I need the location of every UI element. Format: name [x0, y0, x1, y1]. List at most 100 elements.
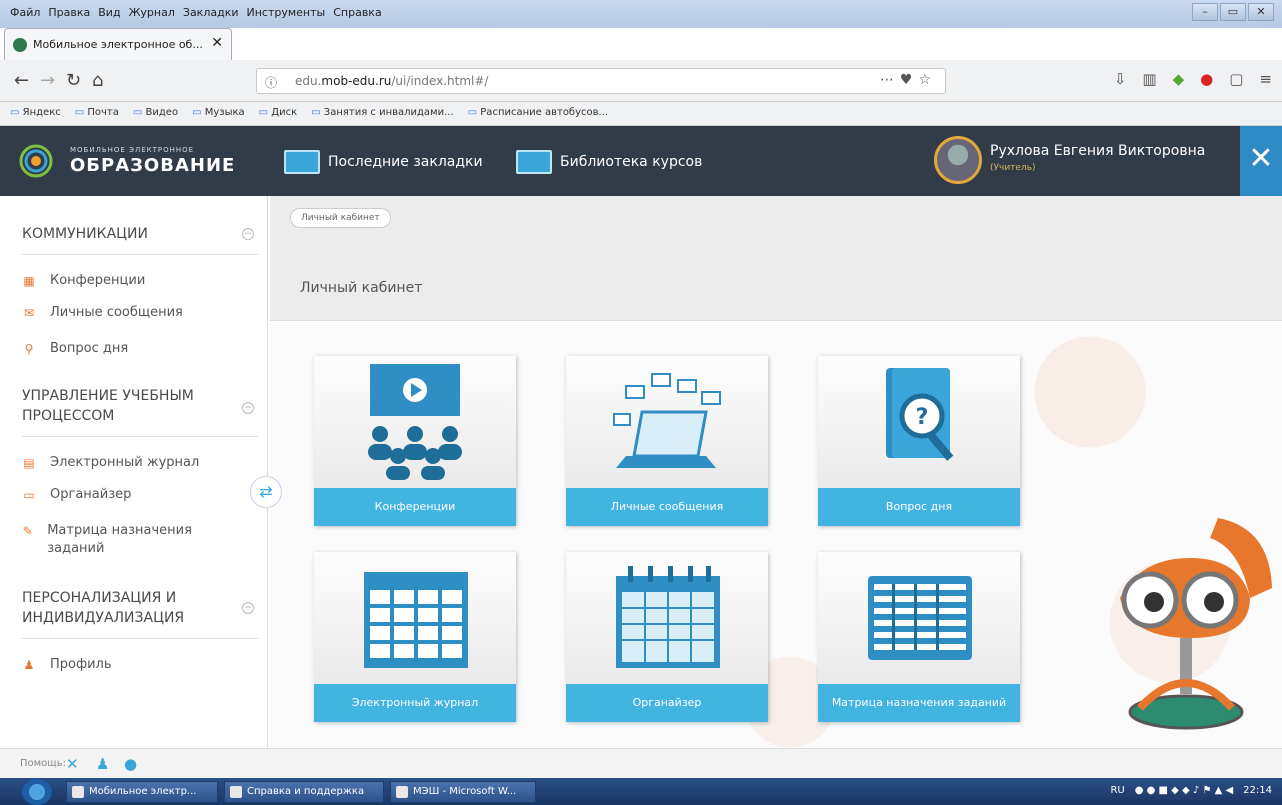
svg-text:?: ?	[916, 405, 929, 430]
menu-view[interactable]: Вид	[98, 6, 120, 19]
sidebar-item-label: Матрица назначения заданий	[47, 523, 192, 556]
tray-icons[interactable]: ● ● ■ ◆ ◆ ♪ ⚑ ▲ ◀	[1135, 785, 1233, 796]
nav-course-library[interactable]: Библиотека курсов	[516, 150, 702, 174]
collapse-icon[interactable]: −	[242, 402, 254, 414]
site-favicon-icon	[13, 38, 27, 52]
site-info-icon[interactable]: ⓘ	[265, 74, 277, 91]
sidebar-item-messages[interactable]: ✉ Личные сообщения	[22, 304, 183, 322]
bookmark-item[interactable]: Видео	[133, 107, 179, 120]
tile-organizer[interactable]: Органайзер	[566, 552, 768, 722]
laptop-mail-icon	[613, 373, 721, 468]
start-button-icon[interactable]	[22, 779, 52, 805]
hamburger-menu-icon[interactable]: ≡	[1259, 70, 1272, 88]
browser-right-tools: ⇩ ▥ ◆ ● ▢ ≡	[1114, 70, 1272, 88]
taskbar-item-help[interactable]: Справка и поддержка	[224, 781, 384, 803]
forward-icon[interactable]: →	[40, 70, 55, 91]
sidebar-item-label: Конференции	[50, 273, 146, 288]
sidebar-toggle-icon[interactable]: ▢	[1229, 70, 1243, 88]
language-indicator[interactable]: RU	[1110, 785, 1124, 796]
divider	[22, 638, 258, 639]
tile-label: Личные сообщения	[566, 488, 768, 526]
tile-label: Конференции	[314, 488, 516, 526]
tile-question-of-day[interactable]: ? Вопрос дня	[818, 356, 1020, 526]
taskbar-item-firefox[interactable]: Мобильное электр...	[66, 781, 218, 803]
bookmark-item[interactable]: Яндекс	[10, 107, 61, 120]
tile-label: Вопрос дня	[818, 488, 1020, 526]
back-icon[interactable]: ←	[14, 70, 29, 91]
clock[interactable]: 22:14	[1243, 785, 1272, 796]
breadcrumb[interactable]: Личный кабинет	[290, 208, 391, 228]
search-icon: ⚲	[24, 342, 34, 356]
browser-toolbar: ← → ↻ ⌂ ⓘ edu.mob-edu.ru/ui/index.html#/…	[0, 60, 1282, 102]
info-icon[interactable]: ●	[124, 755, 137, 773]
app-header: МОБИЛЬНОЕ ЭЛЕКТРОННОЕ ОБРАЗОВАНИЕ Послед…	[0, 126, 1282, 196]
home-icon[interactable]: ⌂	[92, 70, 103, 91]
sidebar-item-question-of-day[interactable]: ⚲ Вопрос дня	[22, 340, 129, 358]
taskbar-item-word[interactable]: МЭШ - Microsoft W...	[390, 781, 536, 803]
menu-tools[interactable]: Инструменты	[247, 6, 326, 19]
browser-menubar: Файл Правка Вид Журнал Закладки Инструме…	[0, 0, 1282, 28]
avatar[interactable]	[934, 136, 982, 184]
logo-title[interactable]: ОБРАЗОВАНИЕ	[70, 155, 235, 176]
bookmark-item[interactable]: Занятия с инвалидами...	[311, 107, 454, 120]
addon-icon[interactable]: ◆	[1173, 70, 1185, 88]
user-name[interactable]: Рухлова Евгения Викторовна	[990, 143, 1205, 159]
sidebar-item-organizer[interactable]: ▭ Органайзер	[22, 486, 131, 504]
breadcrumb-bar: Личный кабинет Личный кабинет	[270, 196, 1282, 321]
sidebar-item-task-matrix[interactable]: ✎ Матрица назначения заданий	[22, 522, 212, 558]
sidebar-section-title[interactable]: КОММУНИКАЦИИ	[22, 224, 148, 244]
block-icon[interactable]: ●	[1200, 70, 1213, 88]
browser-tab[interactable]: Мобильное электронное об... ✕	[4, 28, 232, 60]
tools-icon[interactable]: ✕	[66, 755, 79, 773]
bookmark-item[interactable]: Диск	[259, 107, 297, 120]
nav-recent-bookmarks[interactable]: Последние закладки	[284, 150, 483, 174]
new-tab-icon[interactable]: +	[238, 32, 255, 56]
tile-task-matrix[interactable]: Матрица назначения заданий	[818, 552, 1020, 722]
bookmark-item[interactable]: Расписание автобусов...	[468, 107, 608, 120]
menu-bookmarks[interactable]: Закладки	[183, 6, 239, 19]
sidebar-item-profile[interactable]: ♟ Профиль	[22, 656, 112, 674]
sidebar-item-conferences[interactable]: ▦ Конференции	[22, 272, 145, 290]
tile-messages[interactable]: Личные сообщения	[566, 356, 768, 526]
bookmark-item[interactable]: Музыка	[192, 107, 245, 120]
menu-list: Файл Правка Вид Журнал Закладки Инструме…	[10, 6, 382, 19]
bookmarks-bar: Яндекс Почта Видео Музыка Диск Занятия с…	[0, 102, 1282, 126]
question-book-icon: ?	[886, 368, 954, 461]
nav-label: Последние закладки	[328, 154, 483, 170]
sidebar-section-title[interactable]: ПЕРСОНАЛИЗАЦИЯ И ИНДИВИДУАЛИЗАЦИЯ	[22, 588, 222, 628]
page-actions[interactable]: ⋯♥☆	[880, 72, 937, 88]
tile-conferences[interactable]: Конференции	[314, 356, 516, 526]
restore-icon[interactable]: ▭	[1220, 3, 1246, 21]
menu-history[interactable]: Журнал	[129, 6, 175, 19]
logo-icon[interactable]	[16, 144, 56, 178]
menu-help[interactable]: Справка	[333, 6, 381, 19]
edit-icon: ✎	[22, 524, 33, 538]
reload-icon[interactable]: ↻	[66, 70, 81, 91]
calendar-icon: ▭	[23, 488, 35, 502]
collapse-icon[interactable]: −	[242, 228, 254, 240]
sidebar-item-label: Электронный журнал	[50, 455, 200, 470]
sidebar-item-label: Личные сообщения	[50, 305, 183, 320]
divider	[22, 436, 258, 437]
url-text: edu.mob-edu.ru/ui/index.html#/	[295, 74, 489, 88]
user-icon: ♟	[23, 658, 35, 672]
library-icon[interactable]: ▥	[1142, 70, 1156, 88]
downloads-icon[interactable]: ⇩	[1114, 70, 1127, 88]
minimize-icon[interactable]: –	[1192, 3, 1218, 21]
address-bar[interactable]: ⓘ edu.mob-edu.ru/ui/index.html#/ ⋯♥☆	[256, 68, 946, 94]
sidebar-item-journal[interactable]: ▤ Электронный журнал	[22, 454, 199, 472]
user-help-icon[interactable]: ♟	[96, 755, 109, 773]
tile-journal[interactable]: Электронный журнал	[314, 552, 516, 722]
bookmarks-icon	[284, 150, 320, 174]
collapse-icon[interactable]: −	[242, 602, 254, 614]
sidebar-item-label: Вопрос дня	[50, 341, 129, 356]
matrix-icon	[868, 576, 972, 660]
close-icon[interactable]: ✕	[1240, 126, 1282, 196]
menu-file[interactable]: Файл	[10, 6, 40, 19]
window-close-icon[interactable]: ✕	[1248, 3, 1274, 21]
bookmark-item[interactable]: Почта	[75, 107, 119, 120]
sidebar-section-title[interactable]: УПРАВЛЕНИЕ УЧЕБНЫМ ПРОЦЕССОМ	[22, 386, 222, 426]
sidebar-toggle-arrows-icon[interactable]: ⇄	[250, 476, 282, 508]
menu-edit[interactable]: Правка	[48, 6, 90, 19]
tab-close-icon[interactable]: ✕	[211, 35, 223, 51]
